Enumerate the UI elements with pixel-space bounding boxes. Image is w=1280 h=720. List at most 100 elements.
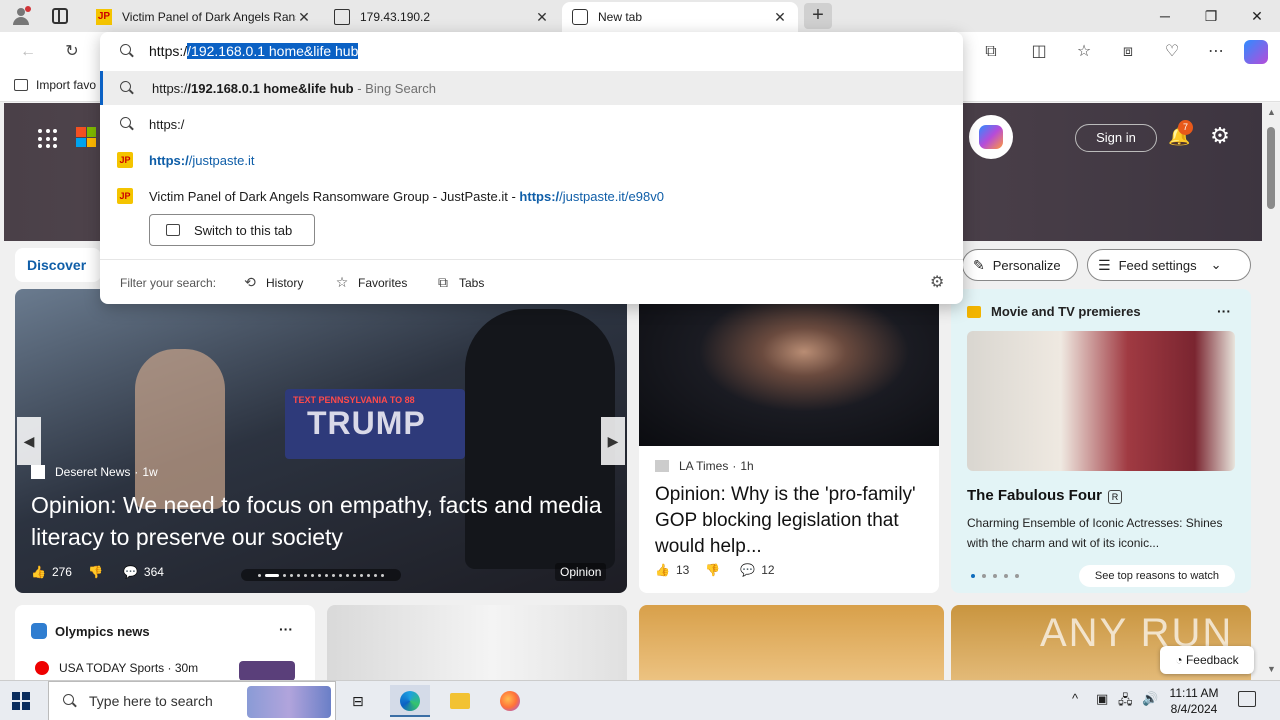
device-icon[interactable]: ▣ <box>1096 691 1108 707</box>
filter-favorites-label: Favorites <box>358 275 408 290</box>
suggestion-bing-search[interactable]: https://192.168.0.1 home&life hub - Bing… <box>100 71 963 105</box>
like-icon[interactable]: 👍 <box>31 565 46 579</box>
windows-start-icon[interactable] <box>12 692 30 710</box>
edge-taskbar-icon[interactable] <box>390 685 430 717</box>
comment-icon[interactable]: 💬 <box>123 565 138 579</box>
task-view-icon[interactable]: ⊟ <box>340 685 380 717</box>
suggestion-justpaste-site[interactable]: JP https://justpaste.it <box>100 143 963 177</box>
close-tab-icon[interactable]: ✕ <box>296 9 312 26</box>
personalize-button[interactable]: ✎ Personalize <box>962 249 1078 281</box>
switch-to-tab-button[interactable]: Switch to this tab <box>149 214 315 246</box>
maximize-button[interactable]: ❐ <box>1188 0 1234 32</box>
list-item[interactable]: USA TODAY Sports · 30m <box>35 661 198 675</box>
story-category-tag[interactable]: Opinion <box>555 563 607 581</box>
card-more-options-icon[interactable]: ··· <box>279 621 293 637</box>
see-reasons-button[interactable]: See top reasons to watch <box>1079 565 1235 587</box>
collections-icon[interactable]: ⧈ <box>1114 38 1142 66</box>
scrollbar-thumb[interactable] <box>1267 127 1275 209</box>
scroll-up-arrow-icon[interactable]: ▲ <box>1267 107 1276 117</box>
like-count: 13 <box>675 563 690 577</box>
main-story-card[interactable]: TEXT PENNSYLVANIA TO 88 TRUMP ◀ ▶ Desere… <box>15 289 627 593</box>
story-reactions: 👍 13 👎 💬 12 <box>655 563 775 577</box>
filter-favorites-button[interactable]: ☆ Favorites <box>334 274 408 291</box>
close-tab-icon[interactable]: ✕ <box>534 9 550 26</box>
close-tab-icon[interactable]: ✕ <box>772 9 788 26</box>
carousel-dots[interactable] <box>241 569 401 581</box>
tab-ip[interactable]: 179.43.190.2 ✕ <box>324 2 560 32</box>
taskbar-clock[interactable]: 11:11 AM 8/4/2024 <box>1166 685 1222 717</box>
olympics-news-card[interactable]: Olympics news ··· USA TODAY Sports · 30m <box>15 605 315 680</box>
tab-new-tab[interactable]: New tab ✕ <box>562 2 798 32</box>
dislike-icon[interactable]: 👎 <box>705 563 720 577</box>
story-headline[interactable]: Opinion: Why is the 'pro-family' GOP blo… <box>655 482 925 560</box>
microsoft-logo-icon[interactable] <box>76 127 96 147</box>
story-card-portrait-1[interactable] <box>639 605 944 680</box>
favorites-star-icon[interactable]: ☆ <box>1070 38 1098 66</box>
action-center-icon[interactable] <box>1238 691 1256 707</box>
tab-actions-icon[interactable] <box>52 8 68 24</box>
file-explorer-icon[interactable] <box>440 685 480 717</box>
story-headline[interactable]: Opinion: We need to focus on empathy, fa… <box>31 489 611 553</box>
card-more-options-icon[interactable]: ··· <box>1217 303 1231 319</box>
search-settings-gear-icon[interactable]: ⚙ <box>930 272 944 292</box>
volume-icon[interactable]: 🔊 <box>1142 691 1158 707</box>
like-count: 276 <box>51 565 72 579</box>
story-image <box>639 289 939 446</box>
sign-line2: TRUMP <box>307 405 426 441</box>
discover-tab[interactable]: Discover <box>15 248 101 282</box>
filter-tabs-button[interactable]: ⧉ Tabs <box>435 274 484 291</box>
copilot-button[interactable] <box>969 115 1013 159</box>
minimize-button[interactable]: ─ <box>1142 0 1188 32</box>
like-icon[interactable]: 👍 <box>655 563 670 577</box>
carousel-prev-button[interactable]: ◀ <box>17 417 41 465</box>
show-hidden-icons-icon[interactable]: ^ <box>1072 691 1078 706</box>
address-bar[interactable]: https://192.168.0.1 home&life hub <box>100 32 963 70</box>
story-card-la-times[interactable]: LA Times · 1h Opinion: Why is the 'pro-f… <box>639 289 939 593</box>
extensions-icon[interactable]: ⧉ <box>977 38 1005 66</box>
dislike-icon[interactable]: 👎 <box>88 565 103 579</box>
tab-justpaste[interactable]: JP Victim Panel of Dark Angels Ransomwar… <box>86 2 322 32</box>
feed-settings-button[interactable]: ☰ Feed settings ⌄ <box>1087 249 1251 281</box>
scroll-down-arrow-icon[interactable]: ▼ <box>1267 664 1276 674</box>
movie-premieres-card[interactable]: Movie and TV premieres ··· The Fabulous … <box>951 289 1251 593</box>
copilot-icon[interactable] <box>1244 40 1268 64</box>
refresh-button[interactable]: ↻ <box>58 38 86 66</box>
firefox-icon[interactable] <box>490 685 530 717</box>
comment-icon[interactable]: 💬 <box>740 563 755 577</box>
search-icon <box>63 694 77 708</box>
justpaste-icon: JP <box>96 9 112 25</box>
browser-essentials-icon[interactable]: ♡ <box>1158 38 1186 66</box>
page-settings-gear-icon[interactable]: ⚙ <box>1207 123 1233 149</box>
suggestion-title: Victim Panel of Dark Angels Ransomware G… <box>149 188 520 204</box>
suggestion-search[interactable]: https:/ <box>100 107 963 141</box>
story-card-pharmacy[interactable] <box>327 605 627 680</box>
source-name: LA Times <box>679 459 729 473</box>
split-screen-icon[interactable]: ◫ <box>1025 38 1053 66</box>
back-button[interactable]: ← <box>14 38 42 66</box>
suggestion-open-tab[interactable]: JP Victim Panel of Dark Angels Ransomwar… <box>100 179 963 213</box>
tab-title: Victim Panel of Dark Angels Ransomware G… <box>122 10 296 24</box>
new-tab-button[interactable]: + <box>804 3 832 29</box>
profile-icon[interactable] <box>10 6 32 26</box>
file-icon <box>334 9 350 25</box>
taskbar-search-box[interactable]: Type here to search <box>48 681 336 720</box>
feedback-button[interactable]: ◔ Feedback <box>1160 646 1254 674</box>
import-favorites-button[interactable]: Import favo <box>14 78 96 92</box>
search-icon <box>120 44 134 58</box>
movie-title[interactable]: The Fabulous Four R <box>967 487 1122 504</box>
suggestion-text: https:/ <box>149 116 185 132</box>
close-window-button[interactable]: ✕ <box>1234 0 1280 32</box>
carousel-next-button[interactable]: ▶ <box>601 417 625 465</box>
network-icon[interactable]: 🖧 <box>1118 691 1133 713</box>
app-launcher-icon[interactable] <box>38 129 58 149</box>
page-scrollbar[interactable]: ▲ ▼ <box>1262 103 1280 680</box>
filter-history-button[interactable]: ⟲ History <box>242 274 303 291</box>
address-input[interactable]: https://192.168.0.1 home&life hub <box>149 43 359 59</box>
justpaste-icon: JP <box>117 152 133 168</box>
sign-in-button[interactable]: Sign in <box>1075 124 1157 152</box>
olympics-icon <box>31 623 47 639</box>
card-header: Movie and TV premieres <box>967 304 1141 319</box>
more-menu-icon[interactable]: ⋯ <box>1202 38 1230 66</box>
card-pagination-dots[interactable] <box>971 574 1019 578</box>
feedback-icon: ◔ <box>1175 653 1186 667</box>
